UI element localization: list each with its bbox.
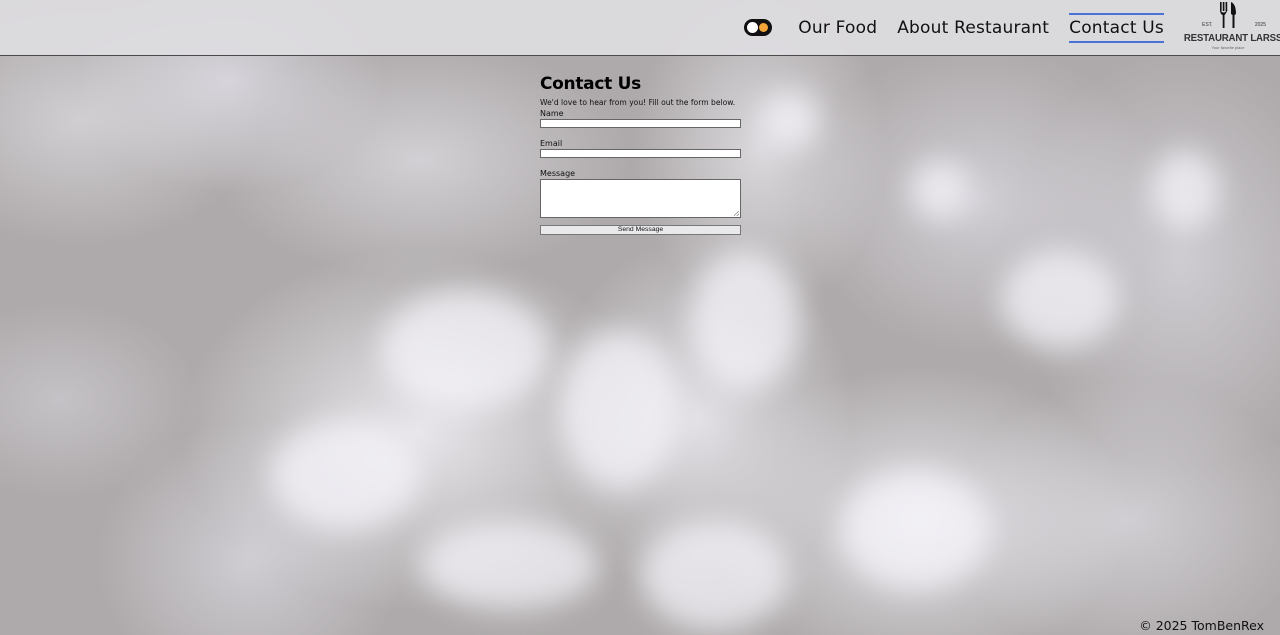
- logo-est: EST.: [1202, 22, 1213, 28]
- nav-item-contact-us[interactable]: Contact Us: [1069, 12, 1164, 43]
- site-header: Our Food About Restaurant Contact Us EST…: [0, 0, 1280, 56]
- logo-name: RESTAURANT LARSSON: [1183, 32, 1280, 44]
- restaurant-logo[interactable]: EST. 2025 RESTAURANT LARSSON Your favori…: [1180, 0, 1280, 55]
- page-title: Contact Us: [540, 74, 641, 94]
- email-label: Email: [540, 139, 563, 148]
- logo-tagline: Your favorite place: [1211, 45, 1245, 50]
- contact-form: Contact Us We'd love to hear from you! F…: [540, 73, 741, 235]
- contact-intro: We'd love to hear from you! Fill out the…: [540, 98, 736, 107]
- fork-knife-icon: [1220, 2, 1236, 28]
- logo-year: 2025: [1254, 22, 1266, 28]
- sun-icon: [759, 23, 769, 32]
- theme-toggle[interactable]: [744, 19, 773, 36]
- footer-copyright: © 2025 TomBenRex: [1139, 618, 1264, 633]
- nav-item-about-restaurant[interactable]: About Restaurant: [897, 12, 1049, 44]
- send-message-button[interactable]: Send Message: [540, 225, 741, 235]
- nav-item-our-food[interactable]: Our Food: [798, 12, 877, 44]
- message-field[interactable]: [540, 179, 741, 218]
- name-field[interactable]: [540, 119, 741, 128]
- name-label: Name: [540, 109, 564, 118]
- resize-handle-icon[interactable]: [734, 211, 739, 216]
- message-label: Message: [540, 169, 576, 178]
- toggle-knob: [747, 22, 759, 33]
- main-nav: Our Food About Restaurant Contact Us: [744, 0, 1164, 55]
- email-field[interactable]: [540, 149, 741, 158]
